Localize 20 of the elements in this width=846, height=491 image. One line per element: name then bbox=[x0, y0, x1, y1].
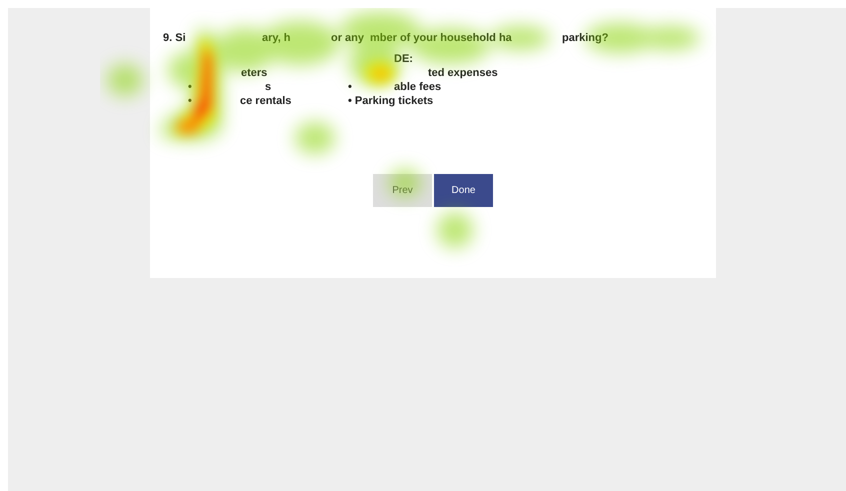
question-text: parking? bbox=[562, 32, 608, 44]
heat-spot bbox=[389, 169, 421, 197]
list-item-text: ce rentals bbox=[240, 94, 292, 106]
list-heading: DE: bbox=[394, 52, 413, 64]
list-item-text: s bbox=[265, 80, 272, 92]
list-item-text: • Parking tickets bbox=[348, 94, 434, 106]
list-item-text: eters bbox=[241, 66, 268, 78]
heat-spot bbox=[295, 122, 335, 154]
list-item-text: ted expenses bbox=[428, 66, 498, 78]
list-item-text: • bbox=[188, 94, 192, 106]
list-item-text: • bbox=[188, 80, 192, 92]
question-text: 9. Si bbox=[163, 32, 186, 44]
question-text: ary, h bbox=[262, 32, 291, 44]
question-text: or any bbox=[331, 32, 364, 44]
heat-spot bbox=[107, 64, 143, 96]
heat-spot bbox=[437, 212, 473, 248]
list-item-text: • bbox=[348, 80, 352, 92]
list-item-text: able fees bbox=[394, 80, 442, 92]
question-text: mber of your household ha bbox=[370, 32, 512, 44]
done-button[interactable]: Done bbox=[434, 174, 493, 206]
